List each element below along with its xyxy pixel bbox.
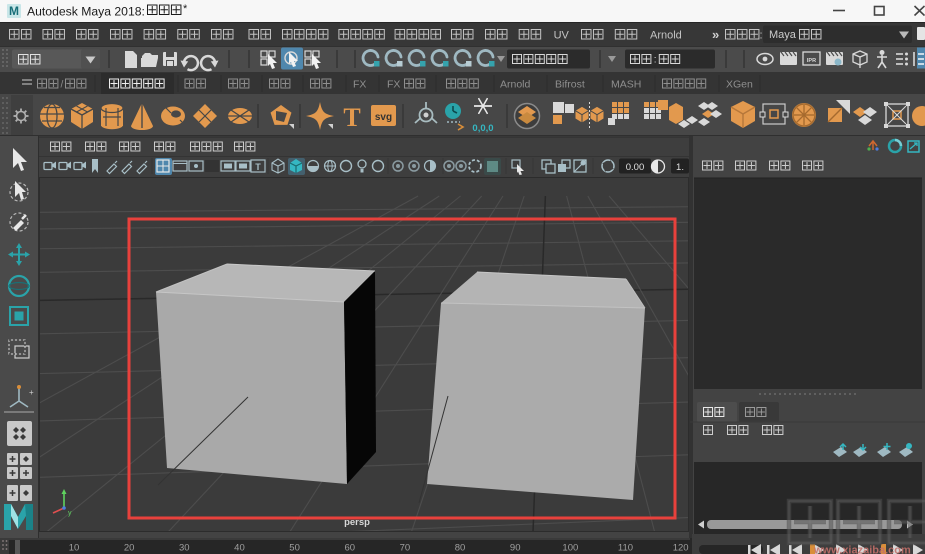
svg-text::: :: [760, 30, 763, 42]
svg-text:FX: FX: [353, 79, 366, 91]
svg-text:UV: UV: [554, 30, 570, 42]
svg-text:IPR: IPR: [807, 58, 816, 64]
svg-text:0,0,0: 0,0,0: [472, 123, 493, 134]
svg-text:Maya: Maya: [769, 29, 797, 41]
svg-text:www.xiazaiba.com: www.xiazaiba.com: [813, 545, 911, 554]
svg-text:*: *: [183, 3, 188, 15]
svg-text:Bifrost: Bifrost: [555, 79, 585, 91]
svg-text:100: 100: [562, 543, 578, 554]
svg-text:Arnold: Arnold: [650, 30, 682, 42]
svg-text::: :: [654, 55, 657, 66]
svg-text:T: T: [255, 162, 261, 172]
svg-text:XGen: XGen: [726, 79, 753, 91]
svg-text:0.00: 0.00: [626, 162, 645, 173]
svg-text:20: 20: [124, 543, 135, 554]
svg-text:10: 10: [69, 543, 80, 554]
svg-text:persp: persp: [344, 517, 370, 528]
svg-text:120: 120: [673, 543, 689, 554]
svg-text:M: M: [9, 4, 19, 18]
svg-text:MASH: MASH: [611, 79, 641, 91]
svg-text:60: 60: [344, 543, 355, 554]
svg-text:90: 90: [510, 543, 521, 554]
svg-text:»: »: [712, 27, 719, 42]
svg-text:110: 110: [618, 543, 633, 554]
svg-text:30: 30: [179, 543, 190, 554]
svg-text:50: 50: [289, 543, 300, 554]
svg-text:1.: 1.: [676, 162, 684, 173]
svg-text:Autodesk Maya 2018:: Autodesk Maya 2018:: [27, 5, 145, 19]
svg-text:40: 40: [234, 543, 245, 554]
svg-text:Arnold: Arnold: [500, 79, 531, 91]
svg-text:70: 70: [400, 543, 411, 554]
svg-text:+: +: [29, 388, 34, 397]
svg-text:y: y: [68, 510, 72, 517]
svg-text:T: T: [343, 103, 360, 132]
svg-text:80: 80: [455, 543, 466, 554]
svg-text:svg: svg: [375, 112, 392, 123]
svg-text:/: /: [61, 80, 64, 91]
svg-text:FX: FX: [387, 79, 400, 91]
